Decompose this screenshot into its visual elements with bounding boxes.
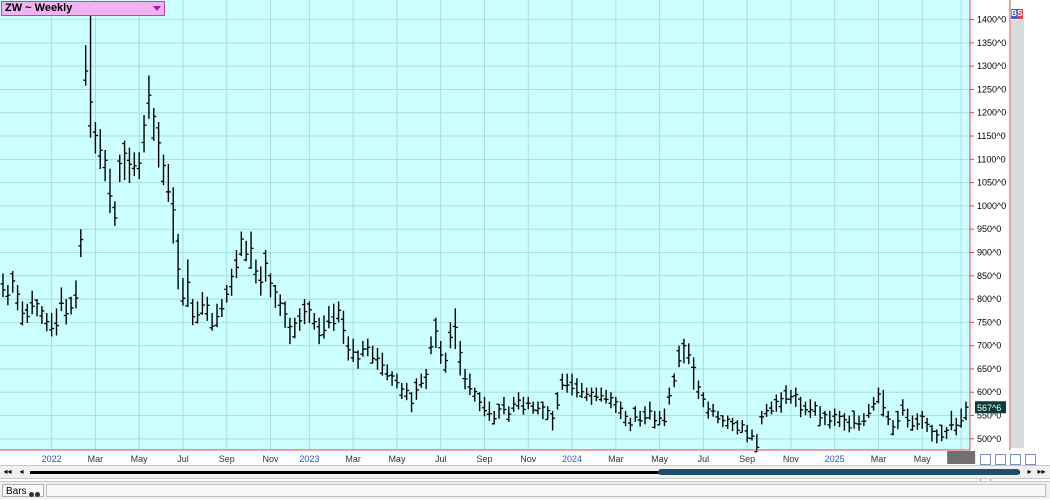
- y-tick-label: 1300^0: [977, 61, 1006, 71]
- x-month-label: Mar: [88, 454, 104, 464]
- chart-type-tab[interactable]: Bars: [2, 484, 44, 497]
- tool-icon[interactable]: [1010, 454, 1021, 465]
- y-tick-label: 650^0: [977, 364, 1001, 374]
- x-month-label: May: [914, 454, 932, 464]
- y-tick-label: 500^0: [977, 434, 1001, 444]
- chart-plot: 500^0550^0600^0650^0700^0750^0800^0850^0…: [0, 0, 1011, 464]
- x-month-label: May: [388, 454, 406, 464]
- x-month-label: May: [131, 454, 149, 464]
- tool-icon[interactable]: [1025, 454, 1036, 465]
- scroll-last-icon[interactable]: ▸▸: [1036, 467, 1047, 477]
- y-tick-label: 1050^0: [977, 178, 1006, 188]
- x-month-label: Nov: [783, 454, 800, 464]
- y-tick-label: 750^0: [977, 317, 1001, 327]
- y-tick-label: 950^0: [977, 224, 1001, 234]
- x-year-label: 2022: [42, 454, 62, 464]
- scroll-thumb[interactable]: [658, 469, 1020, 475]
- x-month-label: Sep: [476, 454, 492, 464]
- last-price-marker: 567^6: [975, 401, 1006, 414]
- x-month-label: May: [651, 454, 669, 464]
- y-tick-label: 1400^0: [977, 15, 1006, 25]
- y-tick-label: 700^0: [977, 341, 1001, 351]
- x-month-label: Mar: [871, 454, 887, 464]
- x-month-label: Mar: [608, 454, 624, 464]
- y-tick-label: 1350^0: [977, 38, 1006, 48]
- y-tick-label: 1200^0: [977, 108, 1006, 118]
- dropdown-arrow-icon[interactable]: [153, 6, 161, 11]
- x-month-label: Sep: [219, 454, 235, 464]
- footer-bar: Bars: [0, 481, 1050, 499]
- current-date-highlight: [947, 451, 976, 464]
- x-month-label: Nov: [520, 454, 537, 464]
- last-price-label: 567^6: [977, 403, 1001, 413]
- scroll-right-icon[interactable]: ▸: [1024, 467, 1035, 477]
- sell-icon[interactable]: S: [1017, 9, 1023, 19]
- right-panel-strip: [1011, 20, 1024, 448]
- y-tick-label: 850^0: [977, 271, 1001, 281]
- buy-sell-badge[interactable]: B S: [1011, 9, 1023, 19]
- symbol-title: ZW ~ Weekly: [5, 2, 73, 14]
- scroll-first-icon[interactable]: ◂◂: [2, 467, 13, 477]
- x-month-label: Jul: [435, 454, 447, 464]
- x-month-label: Sep: [739, 454, 755, 464]
- y-tick-label: 1150^0: [977, 131, 1006, 141]
- y-tick-label: 1100^0: [977, 154, 1006, 164]
- symbol-selector[interactable]: ZW ~ Weekly: [1, 1, 165, 16]
- scroll-left-icon[interactable]: ◂: [16, 467, 27, 477]
- y-tick-label: 1250^0: [977, 84, 1006, 94]
- y-tick-label: 900^0: [977, 247, 1001, 257]
- tool-icon[interactable]: [995, 454, 1006, 465]
- x-month-label: Mar: [345, 454, 361, 464]
- y-tick-label: 800^0: [977, 294, 1001, 304]
- tool-icon[interactable]: [980, 454, 991, 465]
- x-month-label: Nov: [262, 454, 279, 464]
- y-tick-label: 600^0: [977, 387, 1001, 397]
- x-month-label: Jul: [177, 454, 189, 464]
- x-year-label: 2024: [562, 454, 582, 464]
- chart-type-icon: [28, 488, 40, 497]
- x-year-label: 2023: [299, 454, 319, 464]
- footer-field: [46, 484, 1046, 497]
- time-scrollbar[interactable]: ◂◂ ◂ ▸ ▸▸: [0, 465, 1050, 479]
- chart-type-label: Bars: [6, 486, 27, 497]
- x-year-label: 2025: [825, 454, 845, 464]
- chart-tools: [980, 452, 1050, 483]
- x-month-label: Jul: [698, 454, 710, 464]
- y-tick-label: 1000^0: [977, 201, 1006, 211]
